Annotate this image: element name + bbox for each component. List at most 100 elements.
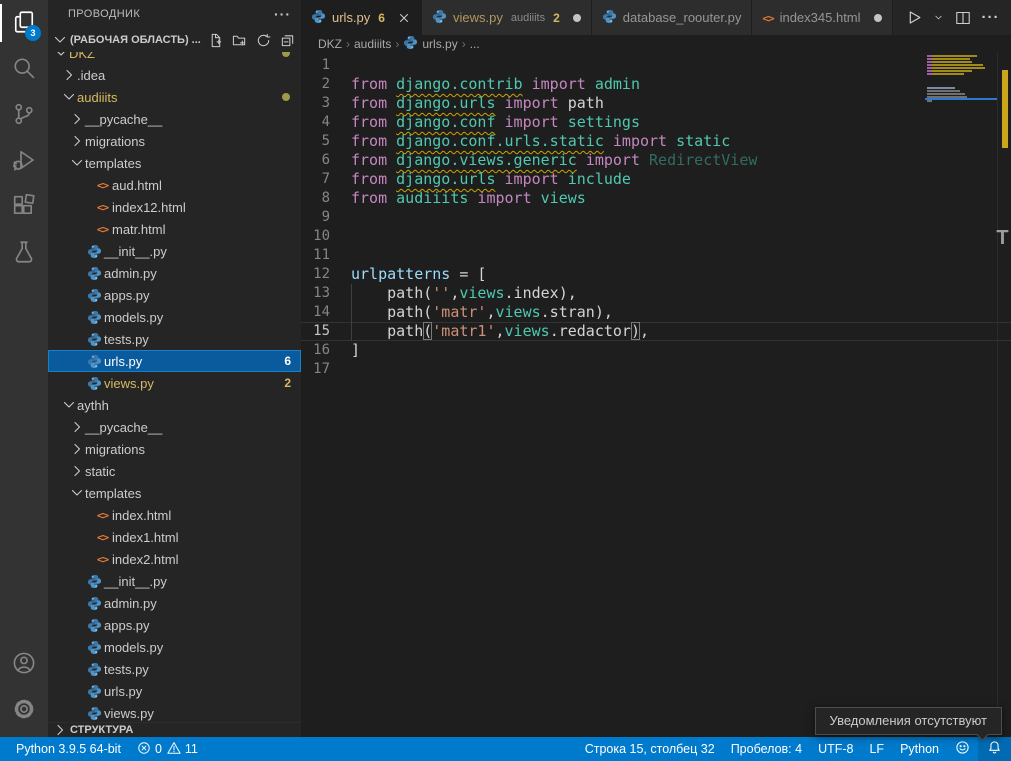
- run-button[interactable]: [905, 9, 922, 26]
- overview-ruler[interactable]: [997, 52, 1011, 737]
- tree-item-views-py[interactable]: views.py2: [48, 372, 301, 394]
- tree-item--pycache-[interactable]: __pycache__: [48, 108, 301, 130]
- run-dropdown[interactable]: [933, 12, 944, 23]
- tab-database-roouter-py[interactable]: database_roouter.py: [592, 0, 753, 35]
- code-line-3[interactable]: 3from django.urls import path: [301, 94, 1011, 113]
- status-eol[interactable]: LF: [861, 737, 892, 761]
- activity-search[interactable]: [0, 46, 48, 92]
- tree-item-label: audiiits: [77, 90, 117, 105]
- status-encoding[interactable]: UTF-8: [810, 737, 861, 761]
- status-python-version[interactable]: Python 3.9.5 64-bit: [8, 737, 129, 761]
- tree-item--pycache-[interactable]: __pycache__: [48, 416, 301, 438]
- modified-dot-icon[interactable]: [573, 14, 581, 22]
- tree-item-models-py[interactable]: models.py: [48, 306, 301, 328]
- tree-item-urls-py[interactable]: urls.py: [48, 680, 301, 702]
- activity-explorer[interactable]: 3: [0, 0, 48, 46]
- outline-section-header[interactable]: СТРУКТУРА: [48, 722, 301, 737]
- code-token: import: [604, 132, 676, 150]
- activity-testing[interactable]: [0, 230, 48, 276]
- tree-item-index12-html[interactable]: <>index12.html: [48, 196, 301, 218]
- modified-dot-icon[interactable]: [874, 14, 882, 22]
- tree-item-templates[interactable]: templates: [48, 482, 301, 504]
- tree-item-tests-py[interactable]: tests.py: [48, 328, 301, 350]
- code-line-4[interactable]: 4from django.conf import settings: [301, 113, 1011, 132]
- code-line-17[interactable]: 17: [301, 360, 1011, 379]
- close-icon[interactable]: [397, 11, 411, 25]
- tree-item-aud-html[interactable]: <>aud.html: [48, 174, 301, 196]
- breadcrumb-item--[interactable]: ...: [470, 37, 480, 51]
- code-line-12[interactable]: 12urlpatterns = [: [301, 265, 1011, 284]
- breadcrumb-item-audiiits[interactable]: audiiits: [354, 37, 391, 51]
- tree-item--init-py[interactable]: __init__.py: [48, 570, 301, 592]
- code-line-16[interactable]: 16]: [301, 341, 1011, 360]
- code-line-5[interactable]: 5from django.conf.urls.static import sta…: [301, 132, 1011, 151]
- tree-item-migrations[interactable]: migrations: [48, 438, 301, 460]
- tree-item-index1-html[interactable]: <>index1.html: [48, 526, 301, 548]
- tab-urls-py[interactable]: urls.py6: [301, 0, 422, 35]
- modified-dot-badge: [282, 93, 290, 101]
- tree-item-audiiits[interactable]: audiiits: [48, 86, 301, 108]
- code-line-2[interactable]: 2from django.contrib import admin: [301, 75, 1011, 94]
- status-language-mode[interactable]: Python: [892, 737, 947, 761]
- code-token: from: [351, 132, 396, 150]
- code-line-15[interactable]: 15 path('matr1',views.redactor),: [301, 322, 1011, 341]
- tree-item-admin-py[interactable]: admin.py: [48, 592, 301, 614]
- modified-dot-badge: [282, 52, 290, 57]
- code-line-11[interactable]: 11: [301, 246, 1011, 265]
- tree-item-apps-py[interactable]: apps.py: [48, 614, 301, 636]
- code-line-14[interactable]: 14 path('matr',views.stran),: [301, 303, 1011, 322]
- split-editor[interactable]: [955, 10, 971, 26]
- tree-item-aythh[interactable]: aythh: [48, 394, 301, 416]
- code-line-13[interactable]: 13 path('',views.index),: [301, 284, 1011, 303]
- python-icon: [85, 266, 104, 281]
- status-feedback[interactable]: [947, 737, 978, 761]
- python-icon: [85, 244, 104, 259]
- status-indentation[interactable]: Пробелов: 4: [723, 737, 810, 761]
- workspace-section-header[interactable]: (РАБОЧАЯ ОБЛАСТЬ) ...: [48, 28, 301, 52]
- code-line-7[interactable]: 7from django.urls import include: [301, 170, 1011, 189]
- tree-item-label: urls.py: [104, 354, 142, 369]
- activity-accounts[interactable]: [0, 641, 48, 687]
- tree-item-apps-py[interactable]: apps.py: [48, 284, 301, 306]
- code-line-9[interactable]: 9: [301, 208, 1011, 227]
- status-problems[interactable]: 011: [129, 737, 206, 761]
- code-line-6[interactable]: 6from django.views.generic import Redire…: [301, 151, 1011, 170]
- breadcrumb-item-dkz[interactable]: DKZ: [318, 37, 342, 51]
- more-actions-icon[interactable]: ···: [982, 9, 1000, 26]
- html-icon: <>: [93, 179, 112, 192]
- code-editor[interactable]: 12from django.contrib import admin3from …: [301, 52, 1011, 737]
- tree-item-views-py[interactable]: views.py: [48, 702, 301, 722]
- status-label: LF: [869, 742, 884, 756]
- tree-item-index2-html[interactable]: <>index2.html: [48, 548, 301, 570]
- new-file[interactable]: [208, 33, 223, 48]
- refresh[interactable]: [256, 33, 271, 48]
- tree-item-templates[interactable]: templates: [48, 152, 301, 174]
- code-line-10[interactable]: 10: [301, 227, 1011, 246]
- activity-source-control[interactable]: [0, 92, 48, 138]
- tree-item-label: __pycache__: [85, 112, 162, 127]
- collapse-all[interactable]: [280, 33, 295, 48]
- activity-extensions[interactable]: [0, 184, 48, 230]
- tree-item-admin-py[interactable]: admin.py: [48, 262, 301, 284]
- tree-item-dkz[interactable]: DKZ: [48, 52, 301, 64]
- breadcrumb-item-urls-py[interactable]: urls.py: [403, 35, 457, 53]
- more-actions-icon[interactable]: ···: [274, 6, 291, 22]
- status-cursor-position[interactable]: Строка 15, столбец 32: [577, 737, 723, 761]
- code-line-8[interactable]: 8from audiiits import views: [301, 189, 1011, 208]
- tree-item-static[interactable]: static: [48, 460, 301, 482]
- tree-item-matr-html[interactable]: <>matr.html: [48, 218, 301, 240]
- activity-run-and-debug[interactable]: [0, 138, 48, 184]
- tree-item--init-py[interactable]: __init__.py: [48, 240, 301, 262]
- status-notifications[interactable]: [978, 737, 1011, 761]
- activity-settings[interactable]: [0, 687, 48, 733]
- tab-views-py[interactable]: views.pyaudiiits2: [422, 0, 592, 35]
- tab-index345-html[interactable]: <>index345.html: [752, 0, 892, 35]
- tree-item--idea[interactable]: .idea: [48, 64, 301, 86]
- new-folder[interactable]: [232, 33, 247, 48]
- tree-item-migrations[interactable]: migrations: [48, 130, 301, 152]
- tree-item-urls-py[interactable]: urls.py6: [48, 350, 301, 372]
- code-line-1[interactable]: 1: [301, 56, 1011, 75]
- tree-item-models-py[interactable]: models.py: [48, 636, 301, 658]
- tree-item-index-html[interactable]: <>index.html: [48, 504, 301, 526]
- tree-item-tests-py[interactable]: tests.py: [48, 658, 301, 680]
